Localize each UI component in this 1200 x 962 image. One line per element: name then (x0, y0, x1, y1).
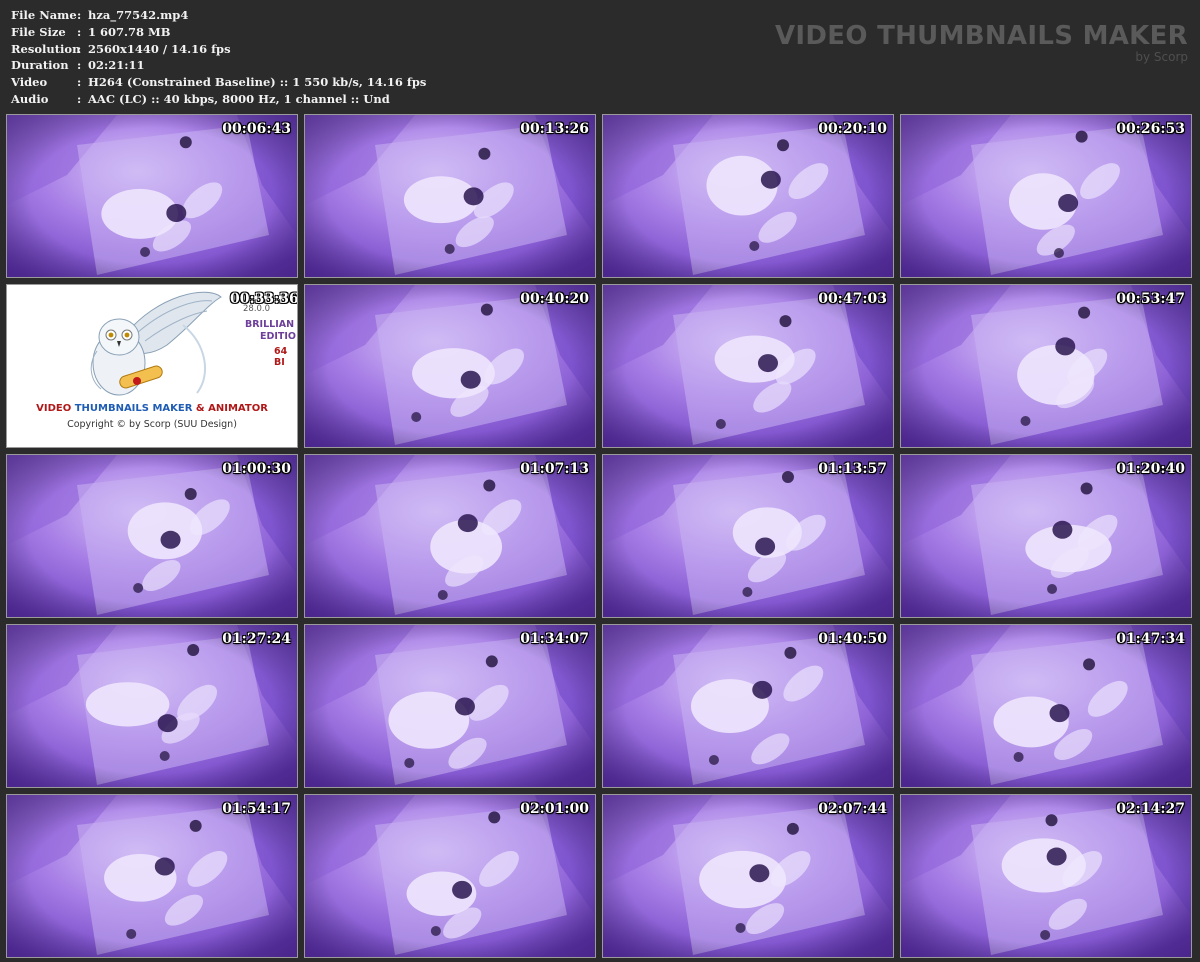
thumb-timestamp: 01:13:57 (818, 461, 887, 477)
video-frame-image (603, 115, 893, 277)
video-thumbnail: 00:40:20 (304, 284, 596, 448)
video-frame-image (603, 625, 893, 787)
info-label: File Size (11, 24, 66, 39)
info-value: H264 (Constrained Baseline) :: 1 550 kb/… (88, 75, 427, 90)
info-label: File Name (11, 8, 77, 22)
video-thumbnail: 01:54:17 (6, 794, 298, 958)
thumb-timestamp: 01:47:34 (1116, 631, 1185, 647)
video-frame-image (305, 455, 595, 617)
info-row-file-size: File Size:1 607.78 MB (11, 24, 426, 41)
info-label: Resolution (11, 41, 81, 56)
thumb-timestamp: 02:07:44 (818, 801, 887, 817)
logo-app-name-part: & ANIMATOR (195, 403, 268, 414)
thumb-timestamp: 00:26:53 (1116, 121, 1185, 137)
info-label: Duration (11, 58, 69, 73)
thumb-timestamp: 01:27:24 (222, 631, 291, 647)
logo-app-name-part: VIDEO (36, 403, 72, 414)
thumb-timestamp: 00:53:47 (1116, 291, 1185, 307)
video-frame-image (305, 285, 595, 447)
video-thumbnail: 02:01:00 (304, 794, 596, 958)
logo-bitness-text: 64 BI (274, 346, 288, 368)
info-separator: : (77, 24, 82, 39)
info-value: 02:21:11 (88, 58, 145, 73)
thumb-timestamp: 01:07:13 (520, 461, 589, 477)
video-thumbnail: 00:26:53 (900, 114, 1192, 278)
thumb-timestamp: 00:13:26 (520, 121, 589, 137)
info-separator: : (77, 41, 82, 56)
contact-sheet: File Name: hza_77542.mp4 File Size:1 607.… (0, 0, 1200, 962)
thumb-timestamp: 01:34:07 (520, 631, 589, 647)
thumb-timestamp: 02:01:00 (520, 801, 589, 817)
video-frame-image (901, 625, 1191, 787)
video-thumbnail: 01:00:30 (6, 454, 298, 618)
video-thumbnail: 02:07:44 (602, 794, 894, 958)
info-separator: : (77, 75, 82, 90)
video-frame-image (7, 115, 297, 277)
logo-edition-text: BRILLIAN (245, 319, 295, 330)
video-thumbnail: 00:13:26 (304, 114, 596, 278)
info-row-file-name: File Name: hza_77542.mp4 (11, 7, 426, 24)
info-row-video: Video: H264 (Constrained Baseline) :: 1 5… (11, 74, 426, 91)
video-frame-image (305, 115, 595, 277)
video-frame-image (7, 455, 297, 617)
video-frame-image (901, 115, 1191, 277)
video-thumbnail: 00:47:03 (602, 284, 894, 448)
video-thumbnail: 02:14:27 (900, 794, 1192, 958)
video-thumbnail: 01:07:13 (304, 454, 596, 618)
thumbnail-grid: 00:06:43 00:13:26 00:20:10 00:26:53 00:3… (6, 114, 1192, 958)
logo-app-name-part: THUMBNAILS MAKER (74, 403, 193, 414)
video-frame-image (603, 285, 893, 447)
logo-app-name: VIDEO THUMBNAILS MAKER & ANIMATOR (7, 403, 297, 414)
brand-subtitle: by Scorp (1135, 50, 1188, 64)
brand-watermark: VIDEO THUMBNAILS MAKER by Scorp (775, 22, 1188, 63)
info-value: hza_77542.mp4 (88, 8, 189, 22)
video-thumbnail: 00:20:10 (602, 114, 894, 278)
info-separator: : (77, 91, 82, 106)
video-frame-image (901, 455, 1191, 617)
brand-title: VIDEO THUMBNAILS MAKER (774, 21, 1188, 51)
info-value: 2560x1440 / 14.16 fps (88, 41, 231, 56)
thumb-timestamp: 00:40:20 (520, 291, 589, 307)
thumb-timestamp: 01:40:50 (818, 631, 887, 647)
video-frame-image (7, 625, 297, 787)
video-thumbnail: 00:06:43 (6, 114, 298, 278)
video-frame-image (603, 455, 893, 617)
video-thumbnail: 00:53:47 (900, 284, 1192, 448)
info-row-duration: Duration:02:21:11 (11, 57, 426, 74)
thumb-timestamp: 00:20:10 (818, 121, 887, 137)
thumb-timestamp: 02:14:27 (1116, 801, 1185, 817)
video-frame-image (305, 795, 595, 957)
video-thumbnail: 01:20:40 (900, 454, 1192, 618)
info-label: Video (11, 75, 48, 90)
video-thumbnail: 01:47:34 (900, 624, 1192, 788)
info-separator: : (77, 58, 82, 73)
logo-version-text: 28.0.0 (243, 304, 271, 314)
logo-thumbnail: 00:33:36 28.0.0 BRILLIAN EDITIO 64 BI VI… (6, 284, 298, 448)
thumb-timestamp: 00:47:03 (818, 291, 887, 307)
video-thumbnail: 01:40:50 (602, 624, 894, 788)
video-frame-image (603, 795, 893, 957)
video-frame-image (901, 795, 1191, 957)
file-info-panel: File Name: hza_77542.mp4 File Size:1 607.… (11, 7, 426, 108)
video-thumbnail: 01:27:24 (6, 624, 298, 788)
logo-copyright: Copyright © by Scorp (SUU Design) (67, 419, 237, 430)
video-frame-image (305, 625, 595, 787)
info-value: AAC (LC) :: 40 kbps, 8000 Hz, 1 channel … (88, 91, 390, 106)
info-separator: : (77, 8, 82, 22)
thumb-timestamp: 01:20:40 (1116, 461, 1185, 477)
info-row-resolution: Resolution: 2560x1440 / 14.16 fps (11, 41, 426, 58)
video-frame-image (7, 795, 297, 957)
info-row-audio: Audio: AAC (LC) :: 40 kbps, 8000 Hz, 1 ch… (11, 91, 426, 108)
video-frame-image (901, 285, 1191, 447)
info-label: Audio (11, 91, 49, 106)
thumb-timestamp: 00:06:43 (222, 121, 291, 137)
thumb-timestamp: 01:54:17 (222, 801, 291, 817)
logo-edition-text: EDITIO (260, 331, 297, 342)
info-value: 1 607.78 MB (88, 24, 171, 39)
thumb-timestamp: 01:00:30 (222, 461, 291, 477)
video-thumbnail: 01:13:57 (602, 454, 894, 618)
video-thumbnail: 01:34:07 (304, 624, 596, 788)
